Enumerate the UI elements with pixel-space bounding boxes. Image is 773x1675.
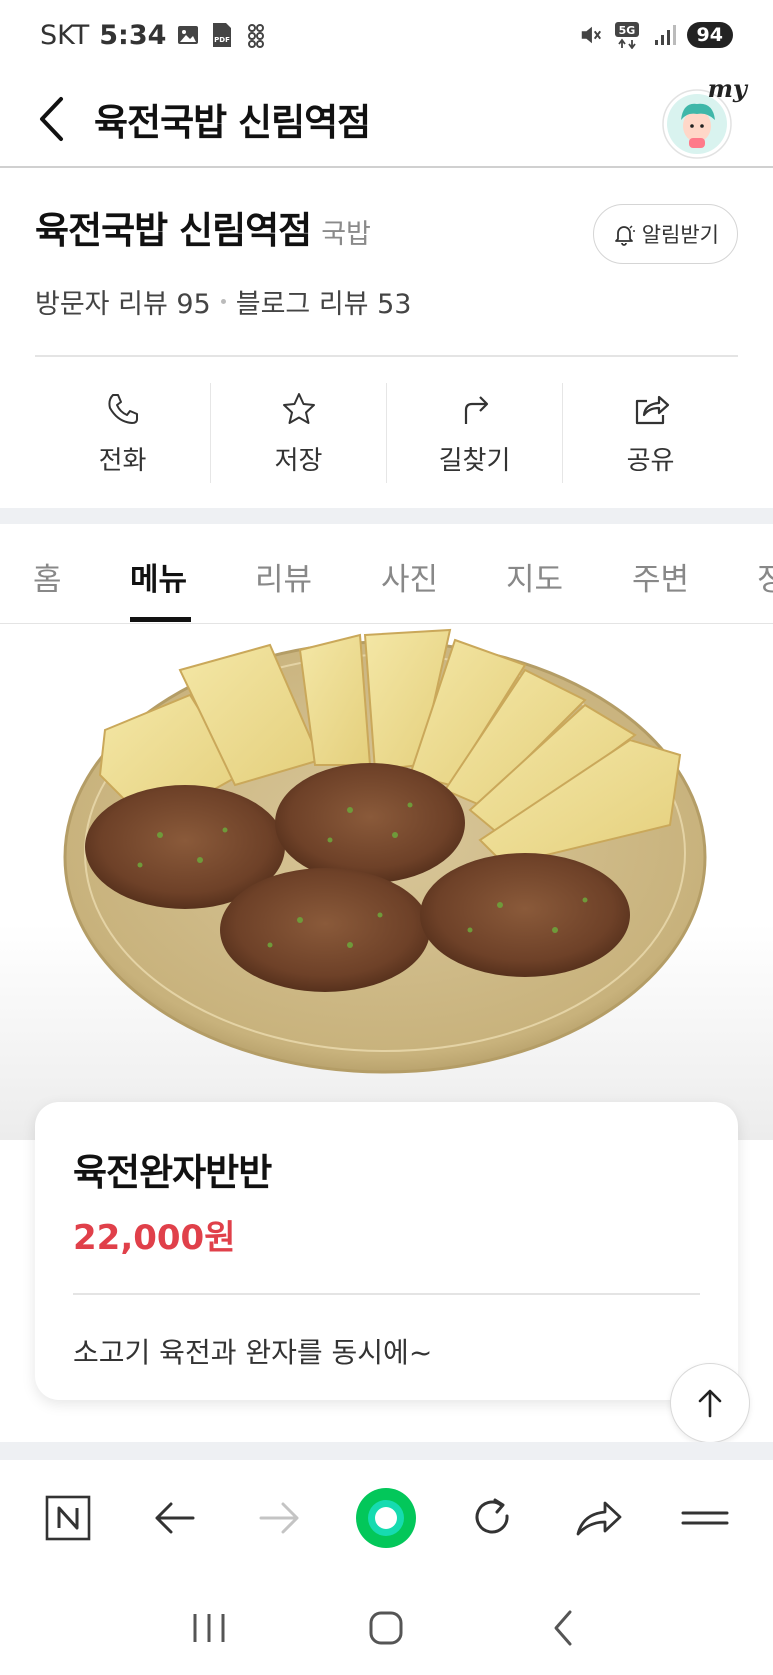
forward-arrow-icon <box>259 1502 299 1533</box>
tab-home[interactable]: 홈 <box>33 554 62 599</box>
refresh-icon <box>475 1498 509 1534</box>
food-plate-image <box>63 628 707 1074</box>
place-name: 육전국밥 신림역점 <box>35 209 312 252</box>
action-label-share: 공유 <box>626 445 675 476</box>
app-icon <box>244 22 268 48</box>
bell-icon <box>614 225 635 246</box>
notify-label: 알림받기 <box>641 223 719 247</box>
share-arrow-icon <box>576 1501 622 1535</box>
system-nav-bar <box>0 1580 773 1675</box>
status-right: 5G 94 <box>579 22 733 49</box>
menu-photo[interactable] <box>0 625 773 1140</box>
directions-button[interactable]: 길찾기 <box>387 383 563 483</box>
menu-item-description: 소고기 육전과 완자를 동시에~ <box>73 1335 433 1369</box>
browser-toolbar <box>0 1465 773 1570</box>
app-header: 육전국밥 신림역점 my <box>0 72 773 168</box>
refresh-button[interactable] <box>453 1478 533 1558</box>
battery-icon: 94 <box>686 22 733 48</box>
menu-item-price: 22,000원 <box>73 1218 236 1258</box>
tab-more[interactable]: 정 <box>757 554 773 599</box>
action-label-directions: 길찾기 <box>438 445 511 476</box>
place-category: 국밥 <box>321 219 371 250</box>
menu-button[interactable] <box>665 1478 745 1558</box>
clock: 5:34 <box>99 19 167 51</box>
star-icon <box>282 392 315 424</box>
forward-nav-button[interactable] <box>240 1478 320 1558</box>
directions-icon <box>464 395 488 424</box>
share-page-button[interactable] <box>559 1478 639 1558</box>
status-left: SKT 5:34 PDF <box>40 20 268 51</box>
blog-reviews-link[interactable]: 블로그 리뷰 53 <box>236 282 412 321</box>
svg-text:PDF: PDF <box>215 36 231 44</box>
phone-icon <box>107 393 138 424</box>
status-bar: SKT 5:34 PDF 5G 94 <box>0 0 773 70</box>
my-profile-button[interactable]: my <box>659 74 747 162</box>
home-button[interactable] <box>346 1588 426 1668</box>
active-tab-indicator <box>130 617 191 622</box>
svg-text:5G: 5G <box>618 24 635 37</box>
mute-icon <box>579 22 603 48</box>
menu-item-name: 육전완자반반 <box>73 1151 272 1194</box>
naver-home-button[interactable] <box>28 1478 108 1558</box>
tab-nearby[interactable]: 주변 <box>632 554 689 599</box>
tab-reviews[interactable]: 리뷰 <box>255 554 312 599</box>
notify-button[interactable]: 알림받기 <box>592 204 738 264</box>
menu-icon <box>681 1511 729 1524</box>
home-icon <box>369 1611 403 1644</box>
5g-icon: 5G <box>613 22 643 49</box>
share-icon <box>635 395 669 424</box>
back-button[interactable] <box>30 89 74 149</box>
green-dot-button[interactable] <box>346 1478 426 1558</box>
tab-menu[interactable]: 메뉴 <box>130 554 187 599</box>
place-info: 육전국밥 신림역점 국밥 알림받기 방문자 리뷰 95 블로그 리뷰 53 <box>35 200 738 321</box>
save-button[interactable]: 저장 <box>211 383 387 483</box>
naver-home-icon <box>45 1495 91 1540</box>
menu-item-card[interactable]: 육전완자반반 22,000원 소고기 육전과 완자를 동시에~ <box>35 1102 738 1400</box>
visitor-reviews-link[interactable]: 방문자 리뷰 95 <box>35 282 211 321</box>
image-icon <box>176 22 200 48</box>
system-back-button[interactable] <box>524 1588 604 1668</box>
tab-map[interactable]: 지도 <box>506 554 563 599</box>
chevron-left-icon <box>40 97 63 141</box>
action-label-call: 전화 <box>98 445 147 476</box>
my-label: my <box>707 74 747 103</box>
back-icon <box>554 1610 572 1645</box>
share-button[interactable]: 공유 <box>563 383 738 483</box>
section-gap <box>0 508 773 524</box>
tab-photos[interactable]: 사진 <box>381 554 438 599</box>
signal-icon <box>653 22 677 48</box>
green-dot-icon <box>356 1487 417 1548</box>
action-bar: 전화 저장 길찾기 공유 <box>35 383 738 483</box>
tab-bar: 홈 메뉴 리뷰 사진 지도 주변 정 <box>0 524 773 624</box>
recent-apps-button[interactable] <box>169 1588 249 1668</box>
page-title: 육전국밥 신림역점 <box>94 101 371 144</box>
call-button[interactable]: 전화 <box>35 383 211 483</box>
action-label-save: 저장 <box>274 445 323 476</box>
divider <box>35 355 738 357</box>
separator-dot <box>220 299 226 304</box>
recent-apps-icon <box>193 1613 225 1642</box>
menu-divider <box>73 1293 700 1295</box>
arrow-up-icon <box>698 1389 722 1418</box>
back-arrow-icon <box>155 1502 195 1533</box>
review-summary: 방문자 리뷰 95 블로그 리뷰 53 <box>35 282 738 321</box>
back-nav-button[interactable] <box>134 1478 214 1558</box>
scroll-to-top-button[interactable] <box>670 1363 750 1443</box>
carrier-label: SKT <box>40 19 90 51</box>
section-gap-bottom <box>0 1442 773 1460</box>
pdf-icon: PDF <box>210 22 234 48</box>
